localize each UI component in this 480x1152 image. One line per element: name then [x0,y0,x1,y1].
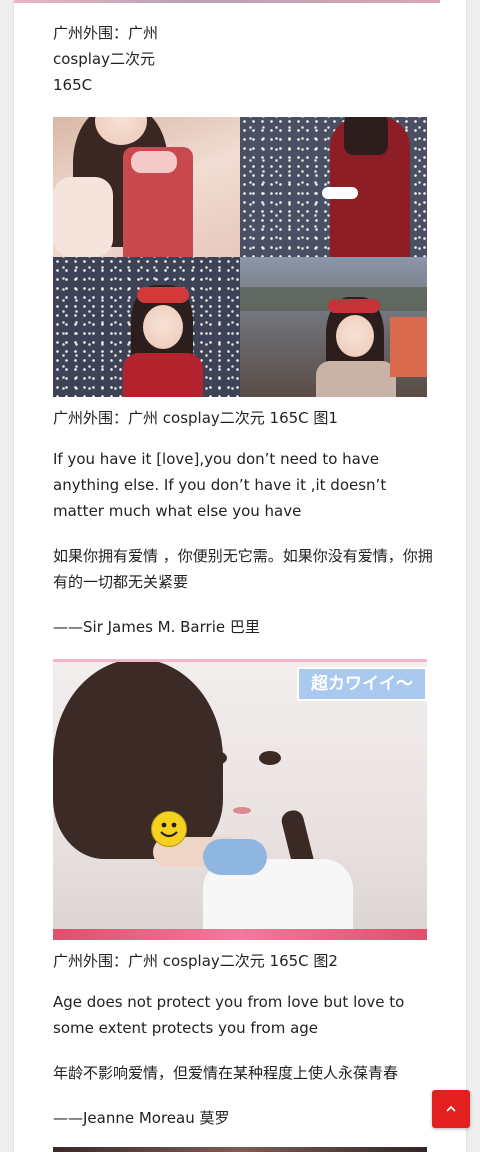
quote-1-chinese: 如果你拥有爱情 ，你便别无它需。如果你没有爱情，你拥有的一切都无关紧要 [53,547,433,591]
meta-line-3: 165C [53,76,93,94]
image-badge: 超カワイイ～ [297,667,427,701]
quote-2-english: Age does not protect you from love but l… [53,993,405,1037]
smiley-icon [151,811,187,847]
image-caption-1: 广州外围：广州 cosplay二次元 165C 图1 [53,409,338,427]
quote-1-english: If you have it [love],you don’t need to … [53,450,387,520]
meta-line-1: 广州外围：广州 [53,24,159,42]
image-caption-2: 广州外围：广州 cosplay二次元 165C 图2 [53,952,338,970]
quote-2-author: ——Jeanne Moreau 莫罗 [53,1109,230,1127]
next-image-edge [53,1147,427,1152]
quote-2-chinese: 年龄不影响爱情，但爱情在某种程度上使人永葆青春 [53,1064,399,1082]
photo-panel [240,257,427,397]
chevron-up-icon [446,1105,456,1112]
meta-line-2: cosplay二次元 [53,50,155,68]
photo-panel [53,257,240,397]
quote-1-author: ——Sir James M. Barrie 巴里 [53,618,260,636]
photo-panel [240,117,427,257]
collage-image-1[interactable] [53,117,427,397]
photo-panel [53,117,240,257]
scroll-to-top-button[interactable] [432,1090,470,1128]
previous-image-edge [14,0,440,3]
portrait-image-2[interactable]: 超カワイイ～ [53,659,427,940]
